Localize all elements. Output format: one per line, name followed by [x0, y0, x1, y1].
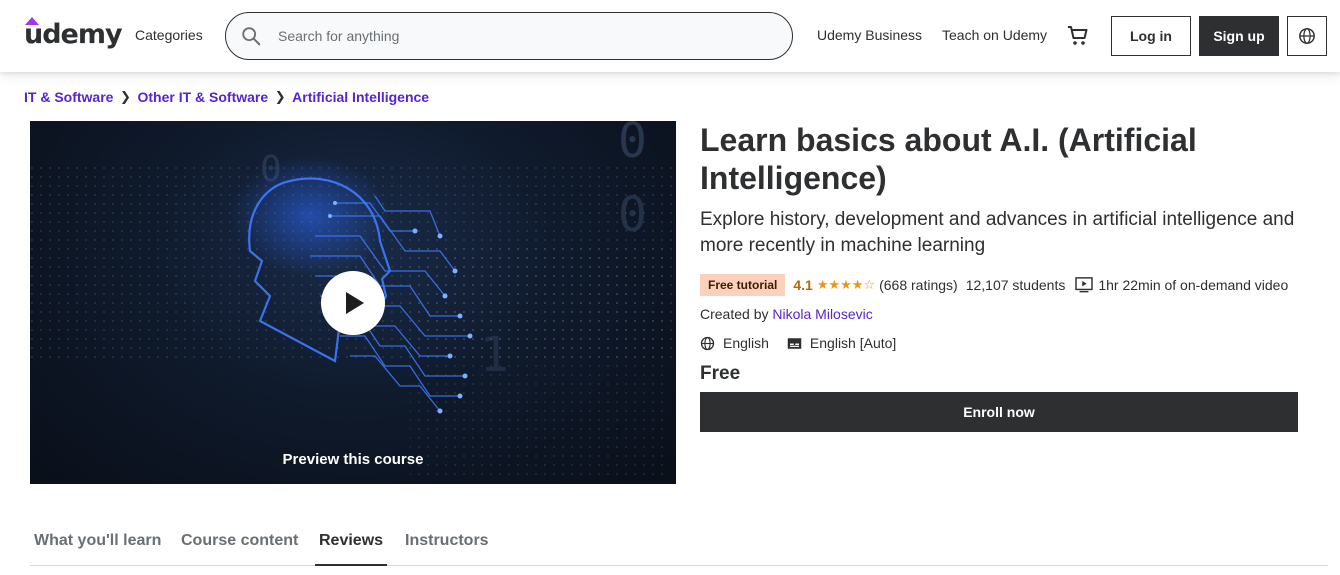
- course-title: Learn basics about A.I. (Artificial Inte…: [700, 122, 1197, 196]
- search-icon[interactable]: [240, 25, 262, 47]
- tab-instructors[interactable]: Instructors: [401, 520, 493, 566]
- svg-text:1: 1: [480, 327, 509, 383]
- svg-text:0: 0: [618, 121, 647, 169]
- created-by-label: Created by: [700, 306, 769, 322]
- captions-icon: [787, 337, 802, 349]
- course-captions: English [Auto]: [809, 335, 897, 351]
- globe-icon: [1299, 28, 1315, 44]
- cart-icon[interactable]: [1066, 24, 1090, 48]
- course-language: English: [723, 335, 769, 351]
- search-bar[interactable]: [225, 12, 793, 60]
- search-input[interactable]: [278, 13, 778, 59]
- breadcrumb-it-software[interactable]: IT & Software: [24, 89, 113, 105]
- instructor-link[interactable]: Nikola Milosevic: [772, 306, 872, 322]
- breadcrumb: IT & Software ❯ Other IT & Software ❯ Ar…: [24, 88, 429, 106]
- course-meta: Free tutorial 4.1 ★★★★☆ (668 ratings) 12…: [700, 273, 1288, 297]
- students-count: 12,107 students: [965, 277, 1066, 293]
- categories-link[interactable]: Categories: [135, 27, 203, 43]
- created-by: Created by Nikola Milosevic: [700, 306, 873, 322]
- language-button[interactable]: [1287, 16, 1327, 56]
- ratings-count-link[interactable]: (668 ratings): [879, 277, 958, 293]
- course-preview[interactable]: 0 0 1 0 Preview this course: [30, 121, 676, 484]
- language-info: English English [Auto]: [700, 333, 896, 353]
- preview-label[interactable]: Preview this course: [30, 451, 676, 468]
- chevron-right-icon: ❯: [274, 89, 286, 104]
- play-icon: [346, 292, 364, 314]
- logo-text: udemy: [24, 19, 123, 50]
- video-icon: [1075, 277, 1094, 293]
- udemy-logo[interactable]: udemy: [24, 17, 123, 53]
- rating-value: 4.1: [793, 277, 813, 293]
- udemy-business-link[interactable]: Udemy Business: [817, 27, 922, 43]
- course-subtitle: Explore history, development and advance…: [700, 209, 1295, 256]
- signup-button[interactable]: Sign up: [1199, 16, 1279, 56]
- video-duration: 1hr 22min of on-demand video: [1098, 277, 1289, 293]
- breadcrumb-other-it-software[interactable]: Other IT & Software: [137, 89, 268, 105]
- tab-what-youll-learn[interactable]: What you'll learn: [30, 520, 165, 566]
- svg-text:0: 0: [618, 187, 647, 243]
- chevron-right-icon: ❯: [120, 89, 131, 104]
- free-tutorial-badge: Free tutorial: [700, 274, 786, 296]
- teach-on-udemy-link[interactable]: Teach on Udemy: [942, 27, 1047, 43]
- course-price: Free: [700, 363, 741, 384]
- login-button[interactable]: Log in: [1111, 16, 1191, 56]
- tab-course-content[interactable]: Course content: [177, 520, 302, 566]
- course-tabs: What you'll learn Course content Reviews…: [30, 520, 1328, 566]
- breadcrumb-artificial-intelligence[interactable]: Artificial Intelligence: [292, 89, 429, 105]
- play-button[interactable]: [321, 271, 385, 335]
- tab-reviews[interactable]: Reviews: [315, 520, 388, 566]
- top-header: udemy Categories Udemy Business Teach on…: [0, 0, 1340, 72]
- globe-icon: [700, 336, 715, 350]
- enroll-now-button[interactable]: Enroll now: [700, 392, 1298, 432]
- star-rating-icon: ★★★★☆: [816, 277, 876, 292]
